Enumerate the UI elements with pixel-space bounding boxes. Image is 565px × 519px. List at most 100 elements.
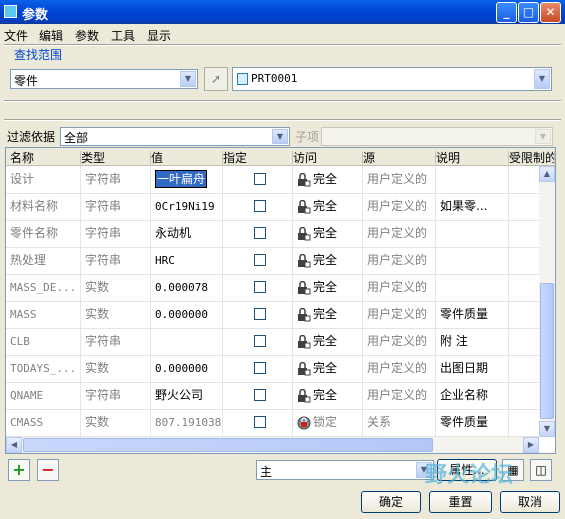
designate-checkbox[interactable] bbox=[254, 389, 266, 401]
cell-value[interactable]: 0.000000 bbox=[151, 355, 223, 382]
designate-checkbox[interactable] bbox=[254, 335, 266, 347]
remove-parameter-button[interactable]: − bbox=[37, 459, 59, 481]
full-access-icon bbox=[297, 388, 311, 403]
cell-description[interactable] bbox=[436, 247, 509, 274]
menu-tools[interactable]: 工具 bbox=[111, 27, 135, 44]
cell-description[interactable]: 如果零... bbox=[436, 193, 509, 220]
designate-checkbox[interactable] bbox=[254, 227, 266, 239]
cell-source: 用户定义的 bbox=[363, 301, 436, 328]
cancel-button[interactable]: 取消 bbox=[500, 491, 560, 513]
ok-button[interactable]: 确定 bbox=[361, 491, 421, 513]
menu-file[interactable]: 文件 bbox=[4, 27, 28, 44]
designate-checkbox[interactable] bbox=[254, 308, 266, 320]
cell-description[interactable]: 零件质量 bbox=[436, 301, 509, 328]
value-edit-field[interactable]: 一叶扁舟 bbox=[155, 170, 208, 188]
cell-value[interactable]: 野火公司 bbox=[151, 382, 223, 409]
access-label: 完全 bbox=[313, 280, 338, 294]
column-type[interactable]: 类型 bbox=[81, 149, 151, 164]
subitem-dropdown[interactable]: ▼ bbox=[321, 127, 553, 146]
cell-description[interactable]: 零件质量 bbox=[436, 409, 509, 436]
cell-name: TODAYS_... bbox=[6, 355, 81, 382]
cell-value[interactable]: HRC bbox=[151, 247, 223, 274]
close-button[interactable]: ✕ bbox=[540, 2, 561, 23]
column-description[interactable]: 说明 bbox=[436, 149, 509, 164]
scope-dropdown[interactable]: 零件 ▼ bbox=[10, 69, 198, 89]
table-row[interactable]: MASS 实数 0.000000 完全 用户定义的 零件质量 bbox=[6, 301, 539, 329]
full-access-icon bbox=[297, 361, 311, 376]
reset-button[interactable]: 重置 bbox=[429, 491, 492, 513]
table-row[interactable]: TODAYS_... 实数 0.000000 完全 用户定义的 出图日期 bbox=[6, 355, 539, 383]
cell-type: 实数 bbox=[81, 274, 151, 301]
vertical-scroll-thumb[interactable] bbox=[540, 283, 554, 419]
main-dropdown[interactable]: 主 ▼ bbox=[256, 460, 434, 480]
table-row[interactable]: 零件名称 字符串 永动机 完全 用户定义的 bbox=[6, 220, 539, 248]
cell-source: 用户定义的 bbox=[363, 193, 436, 220]
column-value[interactable]: 值 bbox=[151, 149, 223, 164]
designate-checkbox[interactable] bbox=[254, 416, 266, 428]
chevron-down-icon: ▼ bbox=[535, 129, 551, 144]
split-view-button[interactable]: ◫ bbox=[530, 459, 552, 481]
cell-description[interactable]: 企业名称 bbox=[436, 382, 509, 409]
designate-checkbox[interactable] bbox=[254, 362, 266, 374]
column-source[interactable]: 源 bbox=[363, 149, 436, 164]
vertical-scrollbar[interactable]: ▲ ▼ bbox=[539, 166, 555, 437]
cell-name: 材料名称 bbox=[6, 193, 81, 220]
full-access-icon bbox=[297, 199, 311, 214]
table-row[interactable]: MASS_DE... 实数 0.000078 完全 用户定义的 bbox=[6, 274, 539, 302]
cell-value[interactable]: 永动机 bbox=[151, 220, 223, 247]
table-row[interactable]: 热处理 字符串 HRC 完全 用户定义的 bbox=[6, 247, 539, 275]
column-restricted[interactable]: 受限制的 bbox=[509, 149, 555, 164]
cell-designate bbox=[223, 355, 293, 382]
parameter-table: 名称 类型 值 指定 访问 源 说明 受限制的 设计 字符串 一叶扁舟 完全 用户定义的… bbox=[5, 147, 556, 454]
horizontal-scrollbar[interactable]: ◀ ▶ bbox=[6, 437, 539, 453]
scroll-up-button[interactable]: ▲ bbox=[539, 166, 555, 182]
table-row[interactable]: CMASS 实数 807.191038 锁定 关系 零件质量 bbox=[6, 409, 539, 437]
cell-type: 实数 bbox=[81, 301, 151, 328]
add-parameter-button[interactable]: + bbox=[8, 459, 30, 481]
designate-checkbox[interactable] bbox=[254, 200, 266, 212]
cell-source: 用户定义的 bbox=[363, 382, 436, 409]
menu-edit[interactable]: 编辑 bbox=[39, 27, 63, 44]
cell-description[interactable]: 出图日期 bbox=[436, 355, 509, 382]
cell-value[interactable]: 807.191038 bbox=[151, 409, 223, 436]
model-dropdown[interactable]: PRT0001 ▼ bbox=[232, 67, 552, 91]
column-name[interactable]: 名称 bbox=[10, 149, 81, 164]
column-access[interactable]: 访问 bbox=[293, 149, 363, 164]
cell-type: 字符串 bbox=[81, 193, 151, 220]
cell-value[interactable] bbox=[151, 328, 223, 355]
maximize-button[interactable]: □ bbox=[518, 2, 539, 23]
designate-checkbox[interactable] bbox=[254, 281, 266, 293]
minimize-button[interactable]: _ bbox=[496, 2, 517, 23]
cell-description[interactable] bbox=[436, 220, 509, 247]
menu-separator bbox=[4, 44, 561, 46]
cell-name: CMASS bbox=[6, 409, 81, 436]
scroll-left-button[interactable]: ◀ bbox=[6, 437, 22, 453]
cell-type: 字符串 bbox=[81, 328, 151, 355]
scroll-down-button[interactable]: ▼ bbox=[539, 421, 555, 437]
table-row[interactable]: 设计 字符串 一叶扁舟 完全 用户定义的 bbox=[6, 166, 539, 194]
cell-value-editor[interactable]: 一叶扁舟 bbox=[151, 166, 223, 193]
select-cursor-button[interactable]: ➚ bbox=[204, 67, 228, 91]
title-bar: 参数 _ □ ✕ bbox=[0, 0, 565, 24]
cell-source: 关系 bbox=[363, 409, 436, 436]
cell-description[interactable] bbox=[436, 274, 509, 301]
designate-checkbox[interactable] bbox=[254, 173, 266, 185]
cell-designate bbox=[223, 220, 293, 247]
horizontal-scroll-thumb[interactable] bbox=[23, 438, 433, 452]
table-row[interactable]: CLB 字符串 完全 用户定义的附 注 bbox=[6, 328, 539, 356]
cell-description[interactable] bbox=[436, 166, 509, 193]
designate-checkbox[interactable] bbox=[254, 254, 266, 266]
cell-value[interactable]: 0.000000 bbox=[151, 301, 223, 328]
cell-value[interactable]: 0Cr19Ni19 bbox=[151, 193, 223, 220]
table-row[interactable]: QNAME 字符串 野火公司 完全 用户定义的 企业名称 bbox=[6, 382, 539, 410]
scroll-right-button[interactable]: ▶ bbox=[523, 437, 539, 453]
cell-value[interactable]: 0.000078 bbox=[151, 274, 223, 301]
table-row[interactable]: 材料名称 字符串 0Cr19Ni19 完全 用户定义的 如果零... bbox=[6, 193, 539, 221]
column-designate[interactable]: 指定 bbox=[223, 149, 293, 164]
menu-parameters[interactable]: 参数 bbox=[75, 27, 99, 44]
menu-display[interactable]: 显示 bbox=[147, 27, 171, 44]
cell-description[interactable]: 附 注 bbox=[436, 328, 509, 355]
filter-dropdown[interactable]: 全部 ▼ bbox=[60, 127, 290, 146]
cell-designate bbox=[223, 301, 293, 328]
cell-source: 用户定义的 bbox=[363, 220, 436, 247]
